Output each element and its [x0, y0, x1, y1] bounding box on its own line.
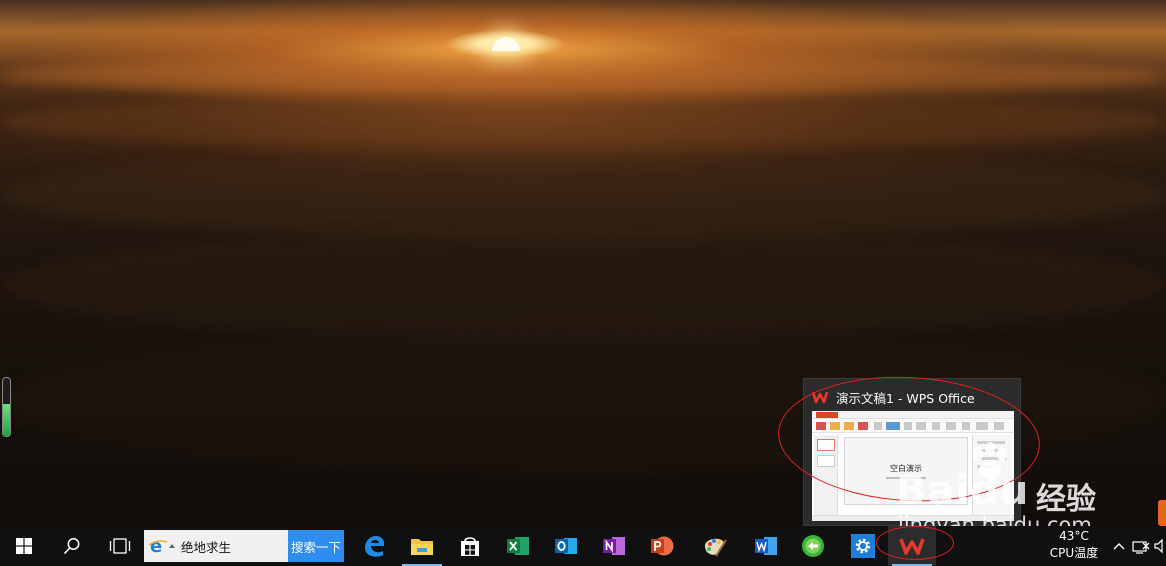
search-icon: [63, 538, 80, 555]
svg-text:e: e: [150, 536, 162, 556]
powerpoint-icon: [651, 536, 674, 556]
ie-icon: e: [148, 536, 168, 556]
ie-search-box[interactable]: e 绝地求生: [144, 530, 288, 562]
search-submit-button[interactable]: 搜索一下: [288, 530, 344, 562]
cloud-layer: [0, 56, 1166, 96]
cloud-layer: [0, 92, 1166, 152]
sun: [492, 37, 520, 51]
task-view-button[interactable]: [96, 526, 144, 566]
side-meter-widget[interactable]: [2, 377, 11, 437]
caret-up-icon: [169, 544, 175, 548]
cloud-layer: [0, 150, 1166, 240]
windows-logo-icon: [16, 538, 32, 554]
cloud-layer: [0, 230, 1166, 340]
tray-network-button[interactable]: [1130, 526, 1152, 566]
taskbar-app-powerpoint[interactable]: [638, 526, 686, 566]
taskbar-app-excel[interactable]: [494, 526, 542, 566]
outlook-icon: [555, 538, 577, 554]
search-input[interactable]: 绝地求生: [181, 537, 231, 556]
green-app-icon: [802, 535, 824, 557]
excel-icon: [507, 537, 529, 555]
taskbar-app-outlook[interactable]: [542, 526, 590, 566]
network-disconnected-icon: [1132, 541, 1150, 554]
cpu-temperature-widget[interactable]: 43°C CPU温度: [1046, 528, 1102, 564]
search-button-taskbar[interactable]: [48, 526, 96, 566]
paint-icon: [705, 538, 727, 557]
cpu-temperature-value: 43°C: [1059, 529, 1089, 543]
annotation-ellipse-wps: [876, 526, 954, 560]
word-icon: [755, 537, 777, 555]
chevron-up-icon: [1113, 543, 1125, 550]
start-button[interactable]: [0, 526, 48, 566]
taskbar-app-green[interactable]: [790, 526, 836, 566]
taskbar-app-edge[interactable]: [350, 526, 398, 566]
thumb-status-bar: [812, 515, 1014, 521]
edge-side-tab[interactable]: [1158, 500, 1166, 526]
settings-icon: [851, 534, 875, 558]
volume-icon: [1154, 538, 1163, 554]
tray-volume-button[interactable]: [1152, 526, 1166, 566]
task-view-icon: [109, 538, 131, 554]
taskbar: e 绝地求生 搜索一下 43°C CPU温度: [0, 526, 1166, 566]
taskbar-app-file-explorer[interactable]: [398, 526, 446, 566]
store-icon: [461, 537, 479, 556]
taskbar-app-paint[interactable]: [686, 526, 744, 566]
file-explorer-icon: [411, 539, 433, 555]
tray-overflow-button[interactable]: [1108, 526, 1130, 566]
taskbar-app-store[interactable]: [446, 526, 494, 566]
taskbar-app-word[interactable]: [744, 526, 788, 566]
side-meter-fill: [3, 404, 10, 436]
taskbar-app-onenote[interactable]: [590, 526, 638, 566]
onenote-icon: [603, 537, 625, 555]
search-submit-label: 搜索一下: [290, 539, 341, 555]
edge-icon: [365, 536, 385, 557]
cpu-temperature-label: CPU温度: [1049, 546, 1099, 560]
